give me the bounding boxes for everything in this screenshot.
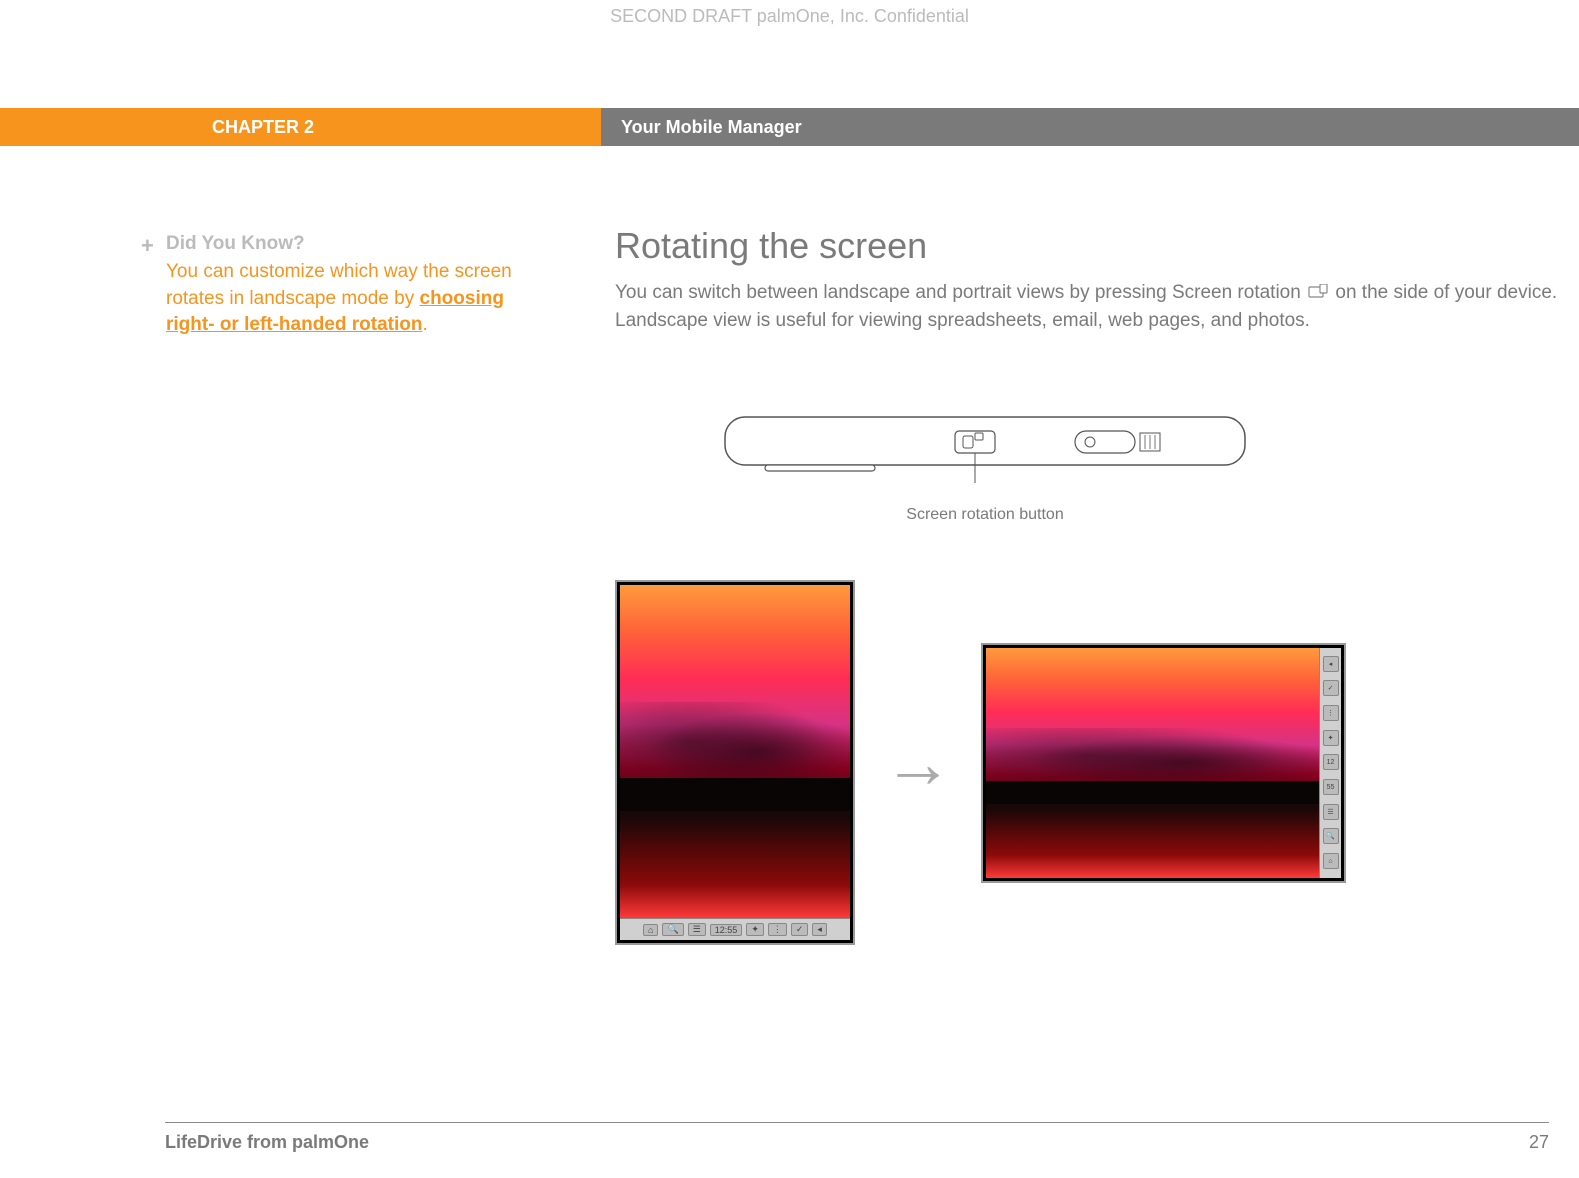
wifi-icon: ⋮ <box>768 923 787 936</box>
landscape-taskbar: ◂ ✓ ⋮ ✦ 12 55 ☰ 🔍 ⌂ <box>1319 648 1341 878</box>
home-icon: ⌂ <box>1323 853 1339 869</box>
home-icon: ⌂ <box>643 924 658 936</box>
footer-divider <box>165 1122 1549 1123</box>
device-diagram: Screen rotation button <box>715 405 1255 524</box>
sunset-image-landscape <box>986 648 1319 878</box>
chapter-title: Your Mobile Manager <box>601 108 1579 146</box>
sunset-image-portrait <box>620 585 850 918</box>
menu-icon: ☰ <box>1323 804 1339 820</box>
menu-icon: ☰ <box>688 923 706 936</box>
chapter-label: CHAPTER 2 <box>0 108 601 146</box>
time-hour: 12 <box>1323 754 1339 770</box>
main-content: Rotating the screen You can switch betwe… <box>615 225 1565 334</box>
confidential-header: SECOND DRAFT palmOne, Inc. Confidential <box>0 6 1579 27</box>
sync-icon: ✓ <box>791 923 809 936</box>
did-you-know-sidebar: + Did You Know? You can customize which … <box>166 233 516 339</box>
landscape-screenshot: ◂ ✓ ⋮ ✦ 12 55 ☰ 🔍 ⌂ <box>981 643 1346 883</box>
page-number: 27 <box>1529 1132 1549 1153</box>
arrow-icon: → <box>883 723 953 803</box>
body-part1: You can switch between landscape and por… <box>615 282 1306 303</box>
body-text: You can switch between landscape and por… <box>615 279 1565 334</box>
search-icon: 🔍 <box>662 923 683 936</box>
signal-icon: ✦ <box>746 923 764 936</box>
signal-icon: ✦ <box>1323 730 1339 746</box>
search-icon: 🔍 <box>1323 828 1339 844</box>
screenshots-container: ⌂ 🔍 ☰ 12:55 ✦ ⋮ ✓ ◂ → ◂ ✓ ⋮ ✦ 12 55 ☰ 🔍 … <box>615 580 1346 945</box>
diagram-label: Screen rotation button <box>715 506 1255 524</box>
speaker-icon: ◂ <box>812 923 827 936</box>
speaker-icon: ◂ <box>1323 656 1339 672</box>
sync-icon: ✓ <box>1323 680 1339 696</box>
wifi-icon: ⋮ <box>1323 705 1339 721</box>
taskbar-time: 12:55 <box>710 924 743 936</box>
dyk-body: You can customize which way the screen r… <box>166 259 516 339</box>
chapter-bar: CHAPTER 2 Your Mobile Manager <box>0 108 1579 146</box>
time-min: 55 <box>1323 779 1339 795</box>
page-title: Rotating the screen <box>615 225 1565 267</box>
portrait-taskbar: ⌂ 🔍 ☰ 12:55 ✦ ⋮ ✓ ◂ <box>620 918 850 940</box>
footer-product: LifeDrive from palmOne <box>165 1132 369 1153</box>
plus-icon: + <box>141 233 154 259</box>
rotation-icon <box>1308 279 1328 307</box>
portrait-screenshot: ⌂ 🔍 ☰ 12:55 ✦ ⋮ ✓ ◂ <box>615 580 855 945</box>
dyk-title: Did You Know? <box>166 233 516 255</box>
dyk-end: . <box>422 314 427 335</box>
